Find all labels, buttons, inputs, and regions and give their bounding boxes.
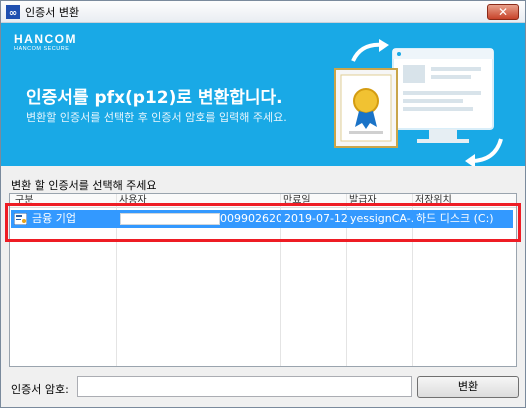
- close-icon: ✕: [497, 5, 509, 19]
- banner-headline: 인증서를 pfx(p12)로 변환합니다.: [26, 88, 283, 108]
- selection-highlight-box: [5, 203, 521, 242]
- title-bar: ∞ 인증서 변환 ✕: [1, 1, 525, 23]
- list-label: 변환 할 인증서를 선택해 주세요: [11, 179, 157, 192]
- window-title: 인증서 변환: [25, 5, 80, 19]
- password-input[interactable]: [77, 376, 412, 397]
- cert-convert-window: ∞ 인증서 변환 ✕ HANCOM HANCOM SECURE 인증서를 pfx…: [0, 0, 526, 408]
- close-button[interactable]: ✕: [487, 4, 519, 20]
- banner-subline: 변환할 인증서를 선택한 후 인증서 암호를 입력해 주세요.: [26, 111, 287, 124]
- app-icon: ∞: [6, 4, 20, 19]
- brand-logo: HANCOM HANCOM SECURE: [14, 33, 77, 52]
- brand-name: HANCOM: [14, 32, 77, 46]
- brand-subtitle: HANCOM SECURE: [14, 46, 70, 52]
- banner: HANCOM HANCOM SECURE 인증서를 pfx(p12)로 변환합니…: [1, 23, 525, 166]
- certificate-monitor-icon: [334, 39, 503, 166]
- password-label: 인증서 암호:: [11, 383, 69, 396]
- convert-button[interactable]: 변환: [417, 376, 519, 398]
- svg-text:∞: ∞: [9, 8, 17, 19]
